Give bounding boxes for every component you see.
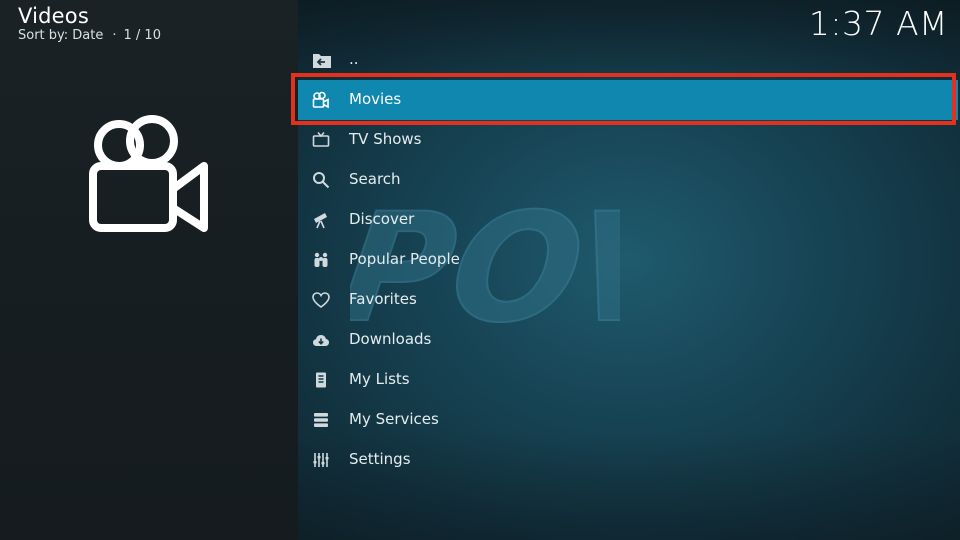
menu-item-discover[interactable]: Discover — [298, 200, 958, 240]
menu-item-label: Downloads — [349, 330, 432, 348]
menu-item-my-lists[interactable]: My Lists — [298, 360, 958, 400]
kodi-window: POV Videos Sort by: Date · 1 / 10 1:37 AM … — [0, 0, 960, 540]
cloud-download-icon — [312, 331, 330, 349]
menu-item-label: Search — [349, 170, 401, 188]
info-panel — [0, 0, 298, 540]
people-icon — [312, 251, 330, 269]
separator: · — [112, 28, 117, 43]
menu-item-label: Discover — [349, 210, 415, 228]
services-icon — [312, 411, 330, 429]
menu-item-tv-shows[interactable]: TV Shows — [298, 120, 958, 160]
menu-item-label: Settings — [349, 450, 411, 468]
menu-item-parent[interactable]: .. — [298, 40, 958, 80]
menu-item-label: .. — [349, 50, 359, 68]
settings-sliders-icon — [312, 451, 330, 469]
menu-item-label: Favorites — [349, 290, 417, 308]
movie-camera-icon — [89, 115, 208, 232]
tv-icon — [312, 131, 330, 149]
telescope-icon — [312, 211, 330, 229]
menu-item-label: My Lists — [349, 370, 410, 388]
clock: 1:37 AM — [808, 4, 948, 43]
menu-item-settings[interactable]: Settings — [298, 440, 958, 480]
menu-item-label: Popular People — [349, 250, 460, 268]
sort-label[interactable]: Sort by: Date — [18, 28, 103, 43]
menu-item-movies[interactable]: Movies — [298, 80, 958, 120]
movie-camera-icon — [312, 91, 330, 109]
menu-item-downloads[interactable]: Downloads — [298, 320, 958, 360]
menu-item-my-services[interactable]: My Services — [298, 400, 958, 440]
menu-item-label: My Services — [349, 410, 439, 428]
main-menu-list: .. Movies TV Shows Search Discover Popul… — [298, 40, 958, 480]
heart-icon — [312, 291, 330, 309]
search-icon — [312, 171, 330, 189]
folder-back-icon — [312, 51, 331, 69]
page-title: Videos — [18, 4, 89, 28]
menu-item-favorites[interactable]: Favorites — [298, 280, 958, 320]
item-position: 1 / 10 — [123, 28, 161, 43]
menu-item-search[interactable]: Search — [298, 160, 958, 200]
sort-info: Sort by: Date · 1 / 10 — [18, 28, 161, 43]
menu-item-label: Movies — [349, 90, 402, 108]
menu-item-popular-people[interactable]: Popular People — [298, 240, 958, 280]
menu-item-label: TV Shows — [349, 130, 422, 148]
list-icon — [312, 371, 330, 389]
